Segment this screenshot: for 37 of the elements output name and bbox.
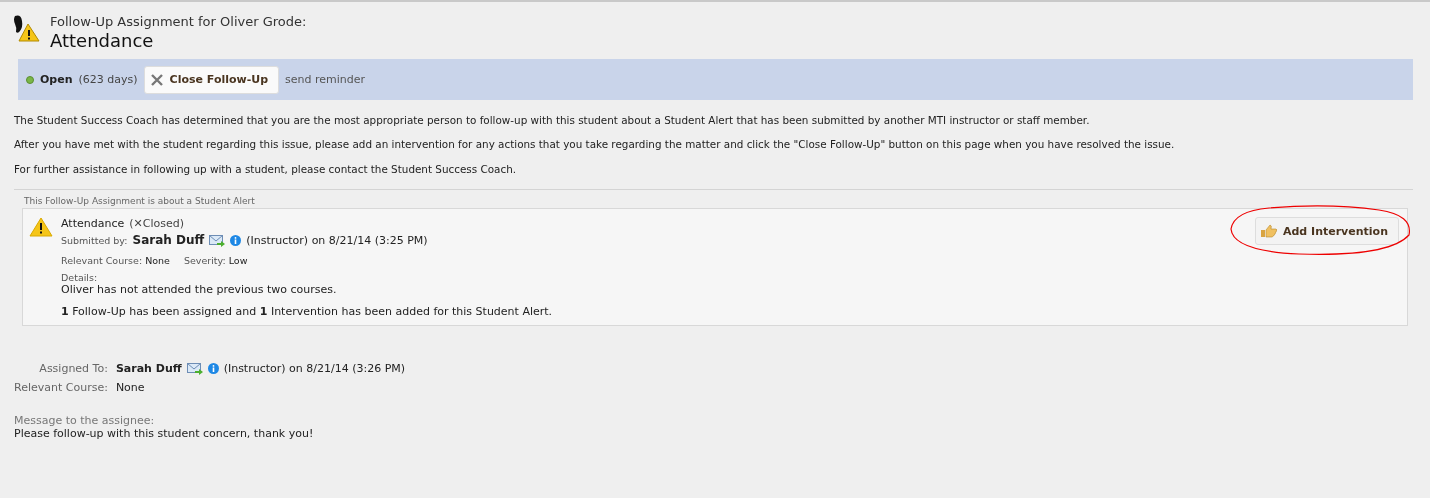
details-text: Oliver has not attended the previous two courses. — [61, 283, 338, 297]
field-text: Relevant Course: None — [61, 255, 170, 267]
footprint-warning-icon — [12, 14, 40, 42]
submitter-info: (Instructor) on 8/21/14 (3:25 PM) — [246, 233, 428, 247]
instruction-paragraph: For further assistance in following up with a student, please contact the Student Success Coach. — [14, 162, 518, 176]
assignee-info: (Instructor) on 8/21/14 (3:26 PM) — [223, 362, 406, 376]
thumbs-up-icon — [1259, 224, 1278, 239]
message-label: Message to the assignee: — [14, 414, 156, 428]
instruction-paragraph: The Student Success Coach has determined that you are the most appropriate person to follow-up with this student about a Student Alert that has been submitted by another MTI instructor or staff member. — [14, 114, 1091, 127]
field-label: Details: — [61, 272, 99, 284]
info-icon[interactable] — [207, 363, 219, 375]
field-label: Relevant Course: — [14, 381, 108, 395]
close-follow-up-button[interactable]: Close Follow-Up — [143, 65, 280, 94]
status-text: Open — [40, 73, 73, 86]
alert-title: Attendance — [61, 217, 125, 231]
alert-status: (✕Closed) — [129, 217, 184, 231]
page-subtitle: Follow-Up Assignment for Oliver Grode: — [50, 14, 307, 29]
field-label: Assigned To: — [38, 362, 108, 376]
email-icon[interactable] — [186, 362, 203, 376]
message-text: Please follow-up with this student concern, thank you! — [14, 427, 315, 441]
assignee-name: Sarah Duff — [115, 362, 182, 376]
field-text: Severity: Low — [183, 255, 248, 267]
field-value: None — [115, 381, 146, 395]
warning-icon — [29, 217, 53, 238]
days-text: (623 days) — [78, 73, 138, 86]
info-icon[interactable] — [230, 234, 242, 246]
summary-text: 1 Follow-Up has been assigned and 1 Intervention has been added for this Student Alert. — [61, 305, 553, 319]
page-title: Attendance — [50, 30, 155, 51]
instruction-paragraph: After you have met with the student regarding this issue, please add an intervention for any actions that you take regarding the matter and click the "Close Follow-Up" button on this page when you have resolved the issue. — [14, 138, 1176, 151]
submitter-name: Sarah Duff — [132, 233, 205, 248]
section-caption: This Follow-Up Assignment is about a Student Alert — [23, 195, 256, 209]
email-icon[interactable] — [209, 233, 226, 247]
add-intervention-button[interactable]: Add Intervention — [1254, 217, 1399, 246]
close-icon — [150, 73, 163, 86]
status-dot-icon — [26, 75, 34, 84]
send-reminder-link[interactable]: send reminder — [285, 73, 366, 86]
field-label: Submitted by: — [61, 234, 128, 246]
